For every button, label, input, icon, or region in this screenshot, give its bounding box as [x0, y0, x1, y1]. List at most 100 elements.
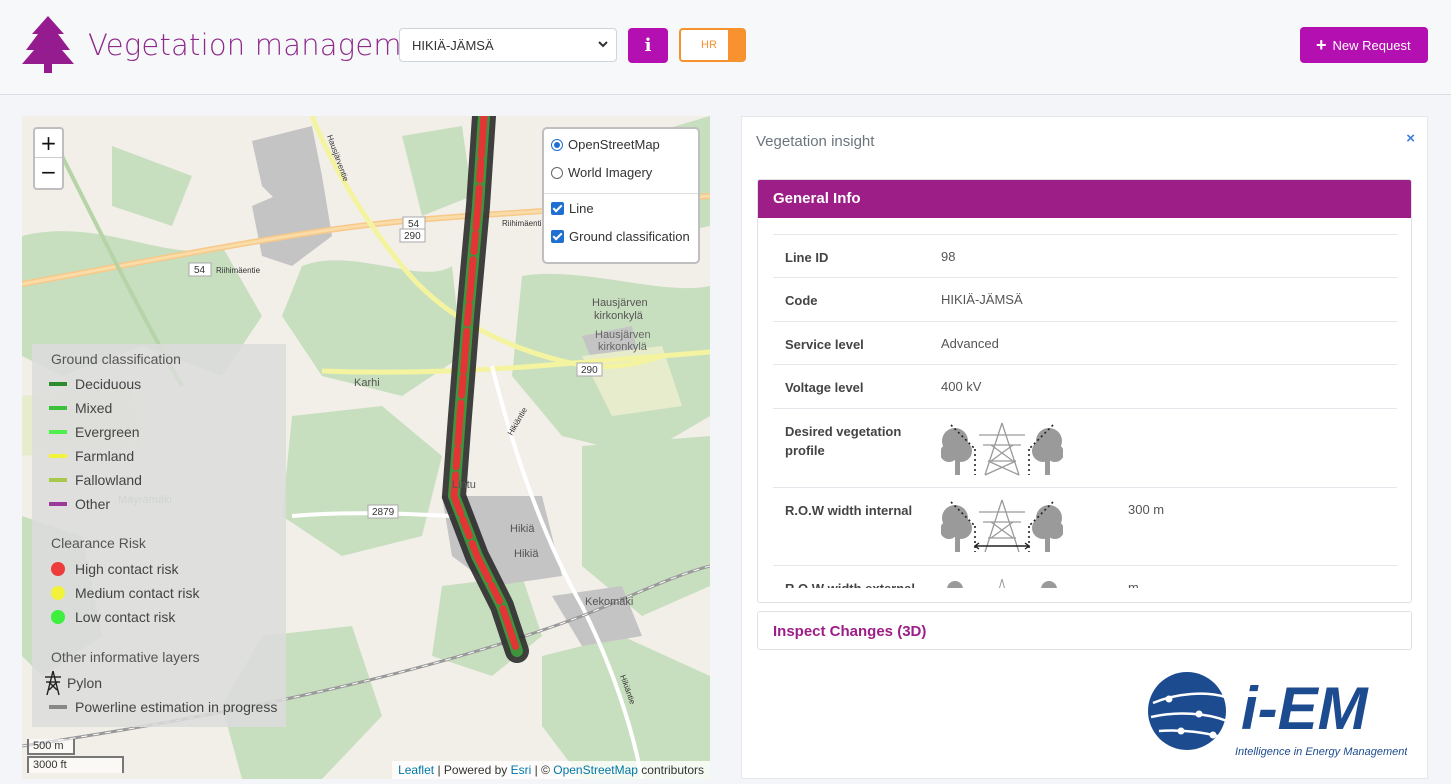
svg-text:Riihimäentie: Riihimäentie	[502, 219, 547, 228]
osm-link[interactable]: OpenStreetMap	[553, 763, 638, 777]
layer-control: OpenStreetMap World Imagery Line Ground …	[542, 127, 700, 264]
legend-label: Deciduous	[75, 376, 142, 392]
pylon-icon	[45, 670, 61, 696]
row-key: R.O.W width internal	[785, 503, 913, 518]
svg-text:Hikiä: Hikiä	[510, 523, 535, 535]
zoom-out-button[interactable]: −	[35, 158, 62, 187]
table-row: R.O.W width external m	[773, 566, 1397, 588]
iem-logo-text: i-EM	[1241, 675, 1370, 742]
chevron-down-icon	[598, 41, 608, 48]
svg-text:Hausjärven: Hausjärven	[595, 329, 651, 341]
row-key: Code	[785, 293, 818, 308]
svg-text:Hikiä: Hikiä	[514, 548, 539, 560]
map-legend: Ground classification Deciduous Mixed Ev…	[32, 344, 286, 727]
legend-item: High contact risk	[49, 561, 178, 577]
attribution-text: | ©	[531, 763, 554, 777]
osm-label: OpenStreetMap	[568, 137, 660, 152]
legend-item: Mixed	[49, 400, 112, 416]
esri-link[interactable]: Esri	[511, 763, 532, 777]
svg-text:Lintu: Lintu	[452, 479, 476, 491]
legend-label: Pylon	[67, 675, 103, 691]
svg-text:54: 54	[408, 219, 420, 230]
svg-text:kirkonkylä: kirkonkylä	[598, 341, 648, 353]
legend-label: Powerline estimation in progress	[75, 699, 278, 715]
svg-text:54: 54	[194, 265, 206, 276]
close-icon[interactable]: ×	[1406, 130, 1415, 147]
plus-icon: +	[1316, 35, 1327, 55]
tree-logo-icon	[22, 16, 74, 73]
general-info-header[interactable]: General Info	[758, 180, 1411, 218]
line-select[interactable]: HIKIÄ-JÄMSÄ	[399, 28, 617, 62]
base-layer-osm[interactable]: OpenStreetMap	[551, 137, 660, 152]
svg-text:2879: 2879	[372, 507, 395, 518]
legend-label: Low contact risk	[75, 609, 176, 625]
vegetation-insight-panel: Vegetation insight × General Info Line I…	[741, 116, 1428, 779]
legend-dot	[51, 586, 65, 600]
general-info-table: Line ID 98 Code HIKIÄ-JÄMSÄ Service leve…	[773, 234, 1397, 588]
legend-item: Farmland	[49, 448, 134, 464]
row-value: m	[1128, 580, 1139, 588]
ground-classification-checkbox[interactable]	[551, 230, 564, 243]
legend-swatch	[49, 430, 67, 434]
svg-text:Karhi: Karhi	[354, 377, 380, 389]
legend-item: Evergreen	[49, 424, 140, 440]
legend-item: Fallowland	[49, 472, 142, 488]
legend-label: Medium contact risk	[75, 585, 200, 601]
imagery-radio[interactable]	[551, 166, 563, 179]
overlay-ground-classification[interactable]: Ground classification	[551, 229, 690, 244]
svg-text:290: 290	[581, 365, 598, 376]
legend-item: Other	[49, 496, 110, 512]
leaflet-link[interactable]: Leaflet	[398, 763, 434, 777]
row-key: R.O.W width external	[785, 579, 925, 588]
legend-label: Other	[75, 496, 111, 512]
svg-text:kirkonkylä: kirkonkylä	[594, 310, 644, 322]
legend-swatch	[49, 454, 67, 458]
table-row: Code HIKIÄ-JÄMSÄ	[773, 278, 1397, 322]
row-value: 400 kV	[941, 379, 982, 394]
iem-logo: i-EM Intelligence in Energy Management	[1148, 672, 1407, 758]
zoom-control: + −	[33, 127, 64, 190]
row-value: HIKIÄ-JÄMSÄ	[941, 292, 1023, 307]
scale-bar-metric: 500 m	[27, 739, 75, 755]
new-request-button[interactable]: + New Request	[1300, 27, 1428, 63]
legend-label: Evergreen	[75, 424, 140, 440]
legend-risk-title: Clearance Risk	[51, 535, 146, 551]
row-width-internal-icon	[941, 499, 1063, 553]
layer-divider	[544, 193, 698, 194]
base-layer-imagery[interactable]: World Imagery	[551, 165, 652, 180]
row-value: 300 m	[1128, 502, 1165, 517]
inspect-changes-accordion[interactable]: Inspect Changes (3D)	[757, 611, 1412, 650]
row-value: Advanced	[941, 336, 999, 351]
hr-toggle[interactable]: HR	[679, 28, 746, 62]
legend-label: Mixed	[75, 400, 113, 416]
legend-item: Deciduous	[49, 376, 141, 392]
table-row: Line ID 98	[773, 235, 1397, 278]
map-view[interactable]: 54 290 54 290 2879 Hausjärven kirkonkylä…	[22, 116, 710, 779]
legend-dot	[51, 562, 65, 576]
imagery-label: World Imagery	[568, 165, 653, 180]
line-checkbox[interactable]	[551, 202, 564, 215]
line-overlay-label: Line	[569, 201, 594, 216]
hr-toggle-label: HR	[701, 39, 717, 51]
zoom-in-button[interactable]: +	[35, 129, 62, 158]
legend-swatch	[49, 478, 67, 482]
overlay-line[interactable]: Line	[551, 201, 594, 216]
vegetation-profile-icon	[941, 422, 1063, 476]
table-row: Voltage level 400 kV	[773, 365, 1397, 409]
row-key: Desired vegetation profile	[785, 424, 902, 458]
legend-swatch	[49, 705, 67, 709]
legend-label: Fallowland	[75, 472, 142, 488]
row-key: Line ID	[785, 250, 829, 265]
svg-text:Hausjärven: Hausjärven	[592, 297, 648, 309]
attribution-text: | Powered by	[434, 763, 511, 777]
legend-item: Powerline estimation in progress	[49, 699, 277, 715]
table-row: Service level Advanced	[773, 322, 1397, 365]
general-info-card: General Info Line ID 98 Code HIKIÄ-JÄMSÄ…	[757, 179, 1412, 603]
osm-radio[interactable]	[551, 138, 563, 151]
legend-swatch	[49, 406, 67, 410]
info-button[interactable]: i	[628, 28, 668, 63]
toggle-knob	[728, 30, 744, 60]
legend-ground-title: Ground classification	[51, 351, 181, 367]
new-request-label: New Request	[1332, 38, 1411, 53]
legend-swatch	[49, 502, 67, 506]
